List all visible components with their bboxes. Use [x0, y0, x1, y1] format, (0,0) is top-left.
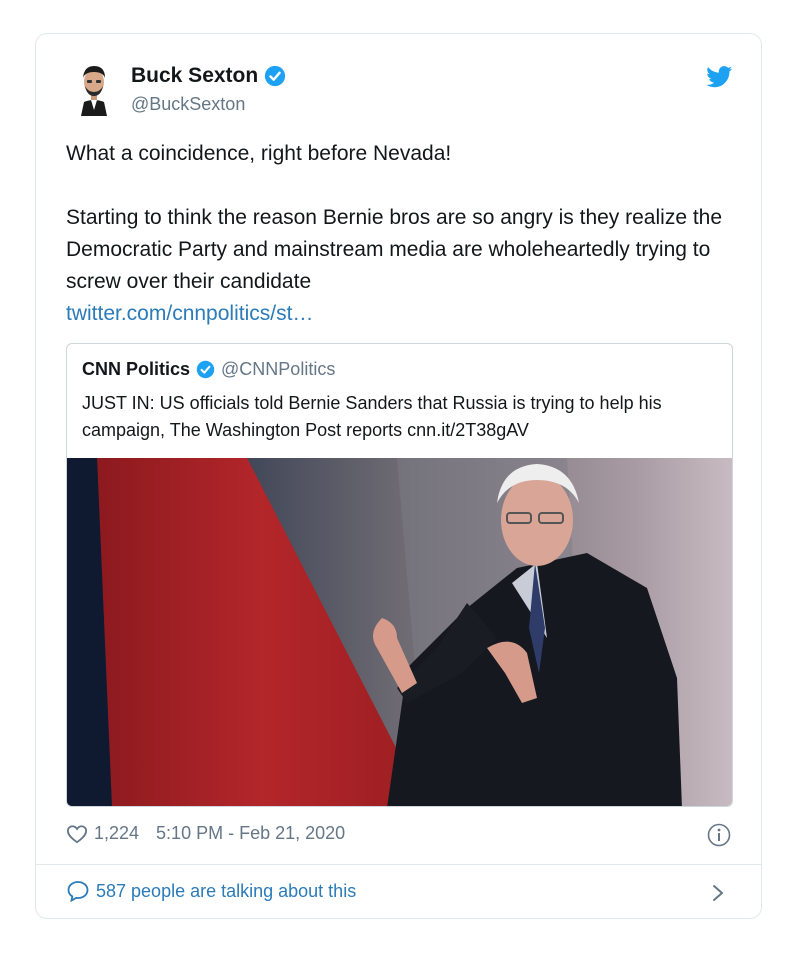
comment-bubble-icon — [67, 881, 89, 902]
talking-count: 587 people are talking about this — [96, 880, 357, 901]
author-name[interactable]: Buck Sexton — [131, 64, 258, 88]
quoted-header: CNN Politics @CNNPolitics — [82, 359, 335, 380]
twitter-bird-icon[interactable] — [706, 66, 733, 88]
tweet-line-1: What a coincidence, right before Nevada! — [66, 142, 452, 165]
verified-badge-icon — [265, 65, 286, 87]
tweet-line-2: Starting to think the reason Bernie bros… — [66, 206, 723, 293]
quoted-photo[interactable] — [67, 458, 733, 807]
tweet-body: What a coincidence, right before Nevada!… — [66, 138, 726, 330]
footer-divider — [36, 864, 761, 865]
like-count[interactable]: 1,224 — [94, 823, 139, 844]
tweet-timestamp[interactable]: 5:10 PM - Feb 21, 2020 — [156, 823, 345, 844]
quoted-author-name[interactable]: CNN Politics — [82, 359, 190, 380]
author-handle[interactable]: @BuckSexton — [131, 94, 245, 115]
quoted-text: JUST IN: US officials told Bernie Sander… — [82, 393, 662, 440]
conversation-link[interactable]: 587 people are talking about this — [66, 880, 356, 902]
chevron-right-icon[interactable] — [711, 883, 725, 903]
author-avatar[interactable] — [74, 62, 114, 116]
tweet-meta: 1,224 5:10 PM - Feb 21, 2020 — [66, 823, 345, 844]
author-name-row: Buck Sexton — [131, 64, 286, 88]
info-icon[interactable] — [707, 823, 731, 847]
quoted-tweet[interactable]: CNN Politics @CNNPolitics JUST IN: US of… — [66, 343, 733, 807]
quoted-verified-badge-icon — [196, 360, 215, 379]
tweet-link[interactable]: twitter.com/cnnpolitics/st… — [66, 302, 313, 325]
heart-icon[interactable] — [66, 824, 88, 844]
quoted-author-handle[interactable]: @CNNPolitics — [221, 359, 335, 380]
